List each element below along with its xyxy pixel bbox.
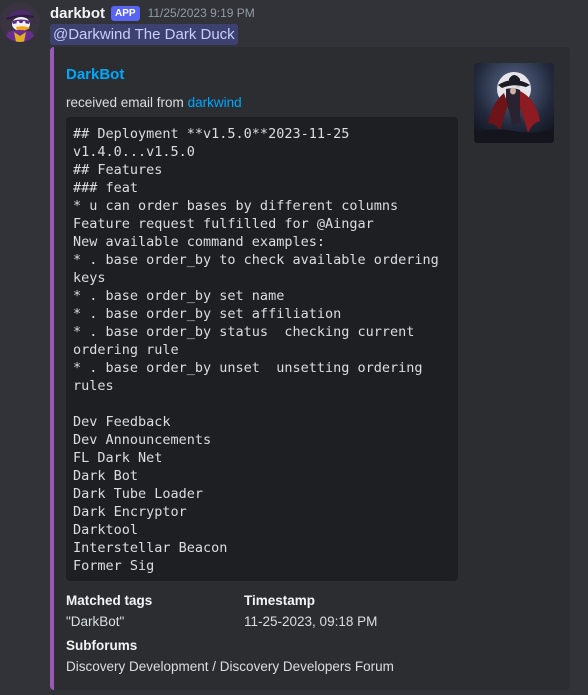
embed-thumbnail[interactable]	[474, 63, 554, 143]
code-line: ## Deployment **v1.5.0**2023-11-25	[73, 126, 350, 142]
code-line: Dark Tube Loader	[73, 486, 204, 502]
chat-message: darkbot APP 11/25/2023 9:19 PM @Darkwind…	[0, 0, 588, 695]
caped-figure-moon-thumbnail-icon	[474, 63, 554, 143]
message-embed: DarkBot received email from darkwind ## …	[50, 47, 570, 690]
code-line: Dev Feedback	[73, 414, 171, 430]
code-line: * . base order_by set name	[73, 288, 285, 304]
description-prefix: received email from	[66, 95, 184, 110]
embed-title[interactable]: DarkBot	[66, 66, 124, 83]
field-matched-tags: Matched tags "DarkBot"	[66, 592, 152, 631]
code-line: Dark Bot	[73, 468, 139, 484]
code-block: ## Deployment **v1.5.0**2023-11-25 v1.4.…	[66, 117, 458, 581]
code-line: rules	[73, 378, 114, 394]
user-mention[interactable]: @Darkwind The Dark Duck	[50, 24, 238, 45]
darkwing-duck-avatar-icon	[0, 2, 40, 42]
code-line: ### feat	[73, 180, 139, 196]
code-line: * u can order bases by different columns	[73, 198, 399, 214]
username[interactable]: darkbot	[50, 5, 105, 22]
code-line: * . base order_by to check available ord…	[73, 252, 439, 268]
field-name: Matched tags	[66, 593, 153, 608]
code-line: FL Dark Net	[73, 450, 163, 466]
message-timestamp: 11/25/2023 9:19 PM	[147, 6, 255, 20]
field-name: Timestamp	[244, 593, 316, 608]
code-line: Feature request fulfilled for @Aingar	[73, 216, 374, 232]
field-subforums: Subforums Discovery Development / Discov…	[66, 637, 394, 676]
message-header: darkbot APP 11/25/2023 9:19 PM	[50, 3, 255, 23]
field-value: "DarkBot"	[66, 614, 125, 629]
code-line: Former Sig	[73, 558, 155, 574]
code-line: Dark Encryptor	[73, 504, 187, 520]
code-line: keys	[73, 270, 106, 286]
field-value: Discovery Development / Discovery Develo…	[66, 659, 394, 674]
code-line: * . base order_by unset unsetting orderi…	[73, 360, 423, 376]
field-timestamp: Timestamp 11-25-2023, 09:18 PM	[244, 592, 377, 631]
code-line: * . base order_by status checking curren…	[73, 324, 415, 340]
code-line: * . base order_by set affiliation	[73, 306, 342, 322]
sender-link[interactable]: darkwind	[188, 95, 242, 110]
code-line: ordering rule	[73, 342, 179, 358]
code-line: Interstellar Beacon	[73, 540, 228, 556]
field-name: Subforums	[66, 638, 138, 653]
app-badge: APP	[111, 5, 140, 21]
field-value: 11-25-2023, 09:18 PM	[244, 614, 378, 629]
code-line: v1.4.0...v1.5.0	[73, 144, 195, 160]
code-line: Dev Announcements	[73, 432, 212, 448]
bot-avatar-icon[interactable]	[0, 2, 40, 42]
code-line: Darktool	[73, 522, 139, 538]
code-line: New available command examples:	[73, 234, 325, 250]
code-line: ## Features	[73, 162, 163, 178]
embed-description: received email from darkwind	[66, 95, 242, 110]
